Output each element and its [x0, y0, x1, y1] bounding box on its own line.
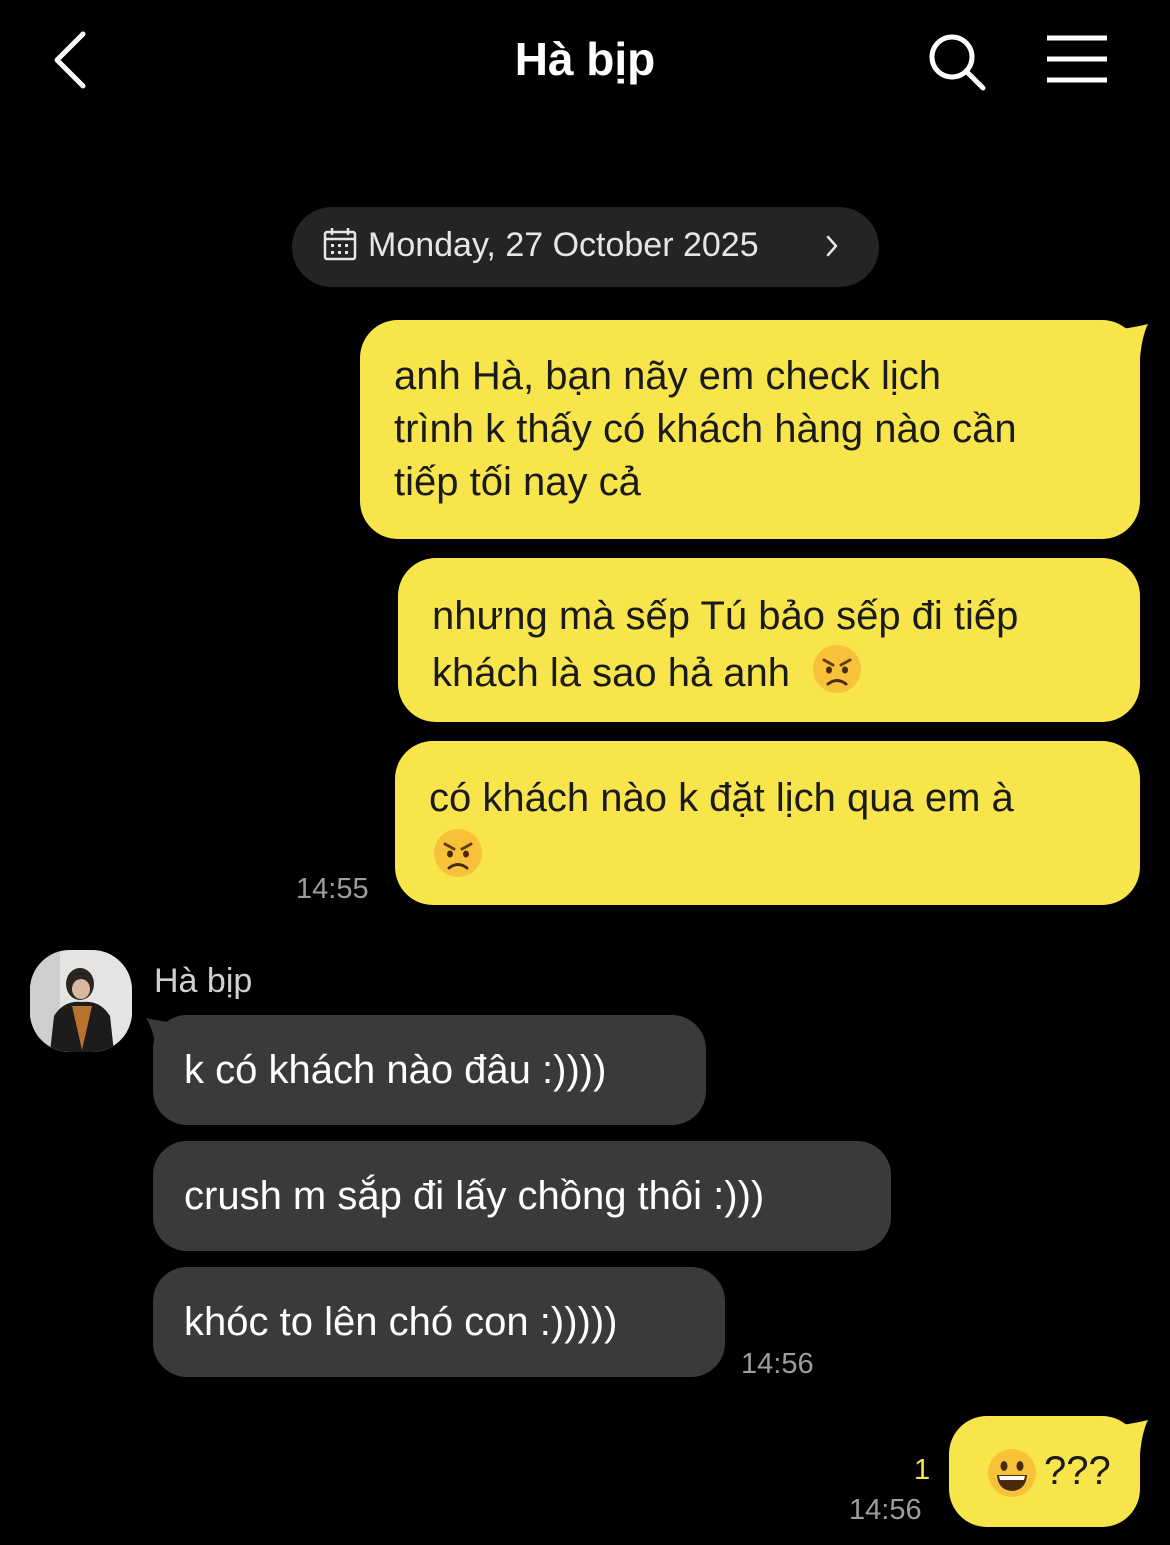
- incoming-message-bubble[interactable]: crush m sắp đi lấy chồng thôi :))): [153, 1141, 891, 1251]
- outgoing-message-bubble[interactable]: có khách nào k đặt lịch qua em à: [395, 741, 1140, 905]
- chat-header: Hà bịp: [0, 0, 1170, 130]
- date-separator-label: Monday, 27 October 2025: [368, 226, 759, 264]
- outgoing-message-bubble[interactable]: anh Hà, bạn nãy em check lịch trình k th…: [360, 320, 1140, 539]
- avatar[interactable]: [30, 950, 132, 1052]
- message-text: anh Hà, bạn nãy em check lịch: [394, 354, 941, 398]
- message-text: crush m sắp đi lấy chồng thôi :))): [184, 1174, 765, 1218]
- calendar-icon: [323, 228, 357, 261]
- sender-name: Hà bịp: [154, 962, 253, 1000]
- incoming-message-bubble[interactable]: khóc to lên chó con :))))): [153, 1267, 725, 1377]
- chat-title: Hà bịp: [514, 33, 656, 85]
- message-timestamp: 14:55: [296, 873, 369, 905]
- message-text: có khách nào k đặt lịch qua em à: [429, 776, 1014, 820]
- message-text: trình k thấy có khách hàng nào cần: [394, 407, 1017, 451]
- outgoing-message-bubble[interactable]: ???: [949, 1416, 1140, 1527]
- angry-face-emoji-icon: [434, 829, 482, 877]
- date-separator[interactable]: Monday, 27 October 2025: [292, 207, 879, 287]
- grinning-face-emoji-icon: [988, 1449, 1036, 1497]
- message-text: khóc to lên chó con :))))): [184, 1300, 618, 1344]
- outgoing-message-bubble[interactable]: nhưng mà sếp Tú bảo sếp đi tiếp khách là…: [398, 558, 1140, 722]
- unread-count: 1: [914, 1454, 931, 1486]
- hamburger-menu-icon[interactable]: [1044, 32, 1110, 88]
- message-text: khách là sao hả anh: [432, 651, 791, 695]
- message-timestamp: 14:56: [741, 1348, 814, 1380]
- message-text: k có khách nào đâu :)))): [184, 1048, 607, 1092]
- search-icon[interactable]: [925, 30, 989, 94]
- message-text: tiếp tối nay cả: [394, 460, 641, 504]
- incoming-message-bubble[interactable]: k có khách nào đâu :)))): [153, 1015, 706, 1125]
- message-text: ???: [1044, 1449, 1111, 1493]
- avatar-image: [30, 950, 132, 1052]
- message-text: nhưng mà sếp Tú bảo sếp đi tiếp: [432, 594, 1019, 638]
- message-timestamp: 14:56: [849, 1494, 922, 1526]
- angry-face-emoji-icon: [813, 645, 862, 693]
- message-text-line: khách là sao hả anh: [432, 643, 863, 700]
- chevron-right-icon: [826, 235, 838, 257]
